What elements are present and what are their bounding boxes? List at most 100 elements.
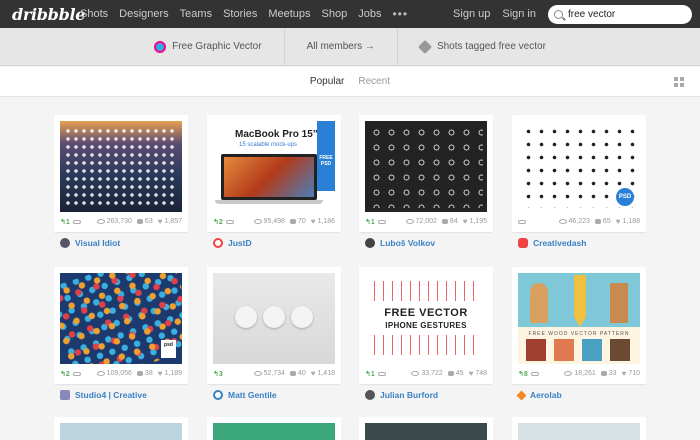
views-icon <box>411 371 420 376</box>
author-name[interactable]: Julian Burford <box>380 390 438 400</box>
shot-author[interactable]: JustD <box>213 238 252 248</box>
shot-thumbnail[interactable]: MacBook Pro 15” 15 scalable mock-ups FRE… <box>213 121 335 212</box>
link-icon <box>518 219 526 224</box>
search-box[interactable] <box>548 4 692 24</box>
shot-stats: ↰1 33,722 45 ♥ 748 <box>365 369 487 378</box>
tab-popular[interactable]: Popular <box>310 76 344 87</box>
sort-filter: Popular Recent <box>0 67 700 97</box>
nav-teams[interactable]: Teams <box>180 8 212 20</box>
shot-author[interactable]: Creativedash <box>518 238 586 248</box>
more-menu-icon[interactable]: ••• <box>392 7 408 21</box>
shot-stats: ↰1 263,730 63 ♥ 1,857 <box>60 217 182 226</box>
shot-thumbnail[interactable]: PSD <box>518 121 640 212</box>
divider <box>396 27 398 66</box>
shot-card[interactable] <box>54 417 188 440</box>
tag-title[interactable]: Free Graphic Vector <box>154 40 262 53</box>
comments-icon <box>289 371 296 376</box>
comment-count: 40 <box>297 370 306 377</box>
shot-card[interactable] <box>359 417 493 440</box>
shot-thumbnail[interactable]: psd <box>60 273 182 364</box>
shot-stats: ↰2 95,498 70 ♥ 1,186 <box>213 217 335 226</box>
likes-icon[interactable]: ♥ <box>158 217 163 226</box>
shot-card[interactable]: FREE VECTOR IPHONE GESTURES ↰1 33,722 45… <box>359 267 493 384</box>
likes-icon[interactable]: ♥ <box>616 217 621 226</box>
comment-count: 84 <box>449 218 458 225</box>
sign-up-link[interactable]: Sign up <box>453 8 490 20</box>
rebound-count: ↰2 <box>213 218 223 226</box>
likes-icon[interactable]: ♥ <box>311 217 316 226</box>
shot-author[interactable]: Aerolab <box>516 390 562 400</box>
avatar[interactable] <box>60 390 70 400</box>
shot-thumbnail[interactable] <box>365 423 487 440</box>
shot-card[interactable]: FREE WOOD VECTOR PATTERN ↰8 18,261 33 ♥ 7… <box>512 267 646 384</box>
shot-thumbnail[interactable] <box>60 121 182 212</box>
likes-icon[interactable]: ♥ <box>463 217 468 226</box>
avatar[interactable] <box>365 390 375 400</box>
comments-icon <box>447 371 454 376</box>
grid-view-icon[interactable] <box>674 77 684 87</box>
author-name[interactable]: Creativedash <box>533 238 586 248</box>
nav-jobs[interactable]: Jobs <box>358 8 381 20</box>
search-input[interactable] <box>568 8 683 20</box>
avatar[interactable] <box>518 238 528 248</box>
author-name[interactable]: Luboš Volkov <box>380 238 435 248</box>
nav-meetups[interactable]: Meetups <box>268 8 310 20</box>
comment-count: 63 <box>144 218 153 225</box>
dribbble-logo[interactable]: dribbble <box>12 5 85 24</box>
author-name[interactable]: JustD <box>228 238 252 248</box>
shot-author[interactable]: Visual Idiot <box>60 238 120 248</box>
shot-author[interactable]: Luboš Volkov <box>365 238 435 248</box>
shot-thumbnail[interactable] <box>60 423 182 440</box>
shot-thumbnail[interactable] <box>518 423 640 440</box>
shot-card[interactable]: PSD 46,223 65 ♥ 1,188 <box>512 115 646 232</box>
likes-icon[interactable]: ♥ <box>469 369 474 378</box>
avatar[interactable] <box>365 238 375 248</box>
avatar[interactable] <box>213 390 223 400</box>
all-members-dropdown[interactable]: All members → <box>307 41 375 52</box>
comments-icon <box>136 371 143 376</box>
shot-author[interactable]: Matt Gentile <box>213 390 277 400</box>
nav-stories[interactable]: Stories <box>223 8 257 20</box>
nav-designers[interactable]: Designers <box>119 8 169 20</box>
shot-thumbnail[interactable] <box>213 423 335 440</box>
author-name[interactable]: Studio4 | Creative <box>75 390 147 400</box>
shot-card[interactable]: MacBook Pro 15” 15 scalable mock-ups FRE… <box>207 115 341 232</box>
divider <box>283 27 285 66</box>
likes-icon[interactable]: ♥ <box>311 369 316 378</box>
author-name[interactable]: Aerolab <box>530 390 562 400</box>
view-count: 263,730 <box>106 218 132 225</box>
author-name[interactable]: Visual Idiot <box>75 238 120 248</box>
avatar[interactable] <box>60 238 70 248</box>
views-icon <box>96 371 105 376</box>
shot-card[interactable]: ↰1 72,002 84 ♥ 1,195 <box>359 115 493 232</box>
thumb-title: FREE VECTOR <box>384 307 468 319</box>
comment-count: 33 <box>608 370 617 377</box>
view-count: 46,223 <box>568 218 590 225</box>
psd-file-icon: psd <box>161 340 176 358</box>
likes-icon[interactable]: ♥ <box>622 369 627 378</box>
shot-thumbnail[interactable] <box>365 121 487 212</box>
shot-card[interactable]: psd ↰2 109,056 38 ♥ 1,189 <box>54 267 188 384</box>
shot-card[interactable] <box>512 417 646 440</box>
shot-card[interactable] <box>207 417 341 440</box>
nav-shots[interactable]: Shots <box>80 8 108 20</box>
shot-card[interactable]: ↰3 52,734 40 ♥ 1,418 <box>207 267 341 384</box>
free-psd-ribbon: FREE PSD <box>317 121 335 191</box>
shot-thumbnail[interactable]: FREE VECTOR IPHONE GESTURES <box>365 273 487 364</box>
shot-author[interactable]: Julian Burford <box>365 390 438 400</box>
author-name[interactable]: Matt Gentile <box>228 390 277 400</box>
tag-icon <box>417 39 433 54</box>
likes-icon[interactable]: ♥ <box>158 369 163 378</box>
shot-stats: ↰3 52,734 40 ♥ 1,418 <box>213 369 335 378</box>
avatar[interactable] <box>213 238 223 248</box>
shot-author[interactable]: Studio4 | Creative <box>60 390 147 400</box>
nav-shop[interactable]: Shop <box>322 8 348 20</box>
tab-recent[interactable]: Recent <box>358 76 390 87</box>
shot-card[interactable]: ↰1 263,730 63 ♥ 1,857 <box>54 115 188 232</box>
shot-thumbnail[interactable] <box>213 273 335 364</box>
link-icon <box>530 371 539 376</box>
avatar[interactable] <box>516 390 527 400</box>
sign-in-link[interactable]: Sign in <box>502 8 536 20</box>
main-nav: Shots Designers Teams Stories Meetups Sh… <box>80 7 408 21</box>
shot-thumbnail[interactable]: FREE WOOD VECTOR PATTERN <box>518 273 640 364</box>
